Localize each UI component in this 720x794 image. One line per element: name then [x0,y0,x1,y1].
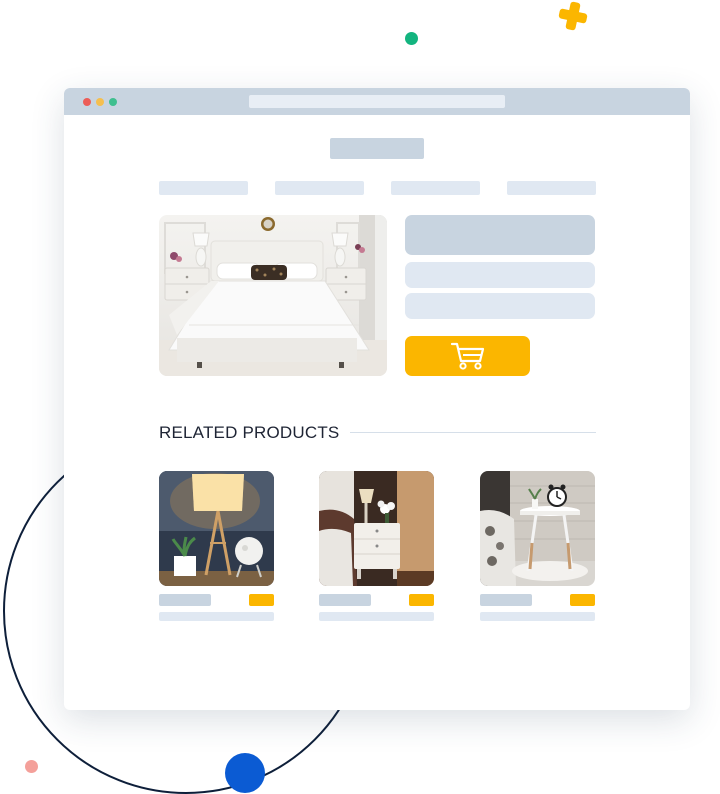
shopping-cart-icon [450,341,486,371]
related-products-heading: RELATED PRODUCTS [159,423,340,442]
nav-item-placeholder-2[interactable] [275,181,364,195]
maximize-window-dot[interactable] [109,98,117,106]
product-name-placeholder [319,594,371,606]
product-info-placeholder-2 [405,293,595,319]
product-image[interactable] [159,215,387,376]
product-price-placeholder [570,594,595,606]
product-title-placeholder [405,215,595,255]
nav-item-placeholder-1[interactable] [159,181,248,195]
decorative-pink-dot [25,760,38,773]
related-product-image[interactable] [159,471,274,586]
close-window-dot[interactable] [83,98,91,106]
product-price-placeholder [249,594,274,606]
related-product-image[interactable] [480,471,595,586]
product-price-placeholder [409,594,434,606]
product-description-placeholder [319,612,434,621]
product-description-placeholder [159,612,274,621]
decorative-plus-icon [557,0,589,32]
address-bar[interactable] [249,95,505,108]
decorative-blue-dot [225,753,265,793]
product-info-placeholder-1 [405,262,595,288]
product-description-placeholder [480,612,595,621]
related-product-image[interactable] [319,471,434,586]
browser-titlebar [64,88,690,115]
product-name-placeholder [480,594,532,606]
minimize-window-dot[interactable] [96,98,104,106]
product-name-placeholder [159,594,211,606]
nav-item-placeholder-3[interactable] [391,181,480,195]
section-divider [350,432,596,433]
browser-window: RELATED PRODUCTS [64,88,690,710]
nav-item-placeholder-4[interactable] [507,181,596,195]
add-to-cart-button[interactable] [405,336,530,376]
decorative-green-dot [405,32,418,45]
page-logo-placeholder [330,138,424,159]
